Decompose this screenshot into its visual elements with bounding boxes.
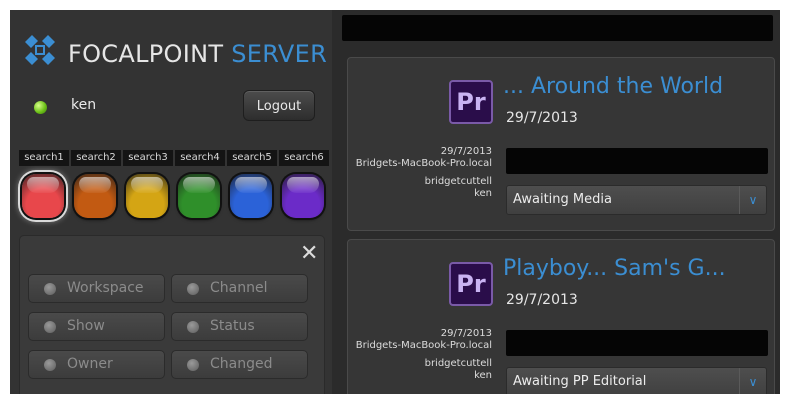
job-title[interactable]: Playboy... Sam's G... xyxy=(503,256,726,282)
status-value: Awaiting PP Editorial xyxy=(513,374,647,389)
premiere-pro-icon: Pr xyxy=(449,262,493,306)
search-button-1[interactable] xyxy=(22,174,64,218)
premiere-pro-icon: Pr xyxy=(449,80,493,124)
app-window: FOCALPOINT SERVER ken Logout search1 sear… xyxy=(10,10,780,394)
job-metadata: 29/7/2013 Bridgets-MacBook-Pro.local bridg… xyxy=(356,146,492,200)
meta-user: bridgetcuttell xyxy=(424,176,492,187)
job-date: 29/7/2013 xyxy=(506,110,578,126)
job-card[interactable]: Pr Playboy... Sam's G... 29/7/2013 29/7/201… xyxy=(347,239,775,394)
job-notes-field[interactable] xyxy=(506,330,768,356)
search-bar[interactable] xyxy=(342,15,773,41)
search-slot-5: search5 xyxy=(227,150,277,218)
meta-user: bridgetcuttell xyxy=(424,358,492,369)
search-slot-3: search3 xyxy=(123,150,173,218)
meta-machine: Bridgets-MacBook-Pro.local xyxy=(355,158,492,169)
filter-toggle-icon xyxy=(187,359,199,371)
filter-panel: ✕ Workspace Channel Show Status Owner Changed xyxy=(19,235,325,394)
filter-channel-button[interactable]: Channel xyxy=(171,274,308,303)
search-slot-1: search1 xyxy=(19,150,69,218)
chevron-down-icon[interactable]: ∨ xyxy=(739,368,766,394)
job-title[interactable]: ... Around the World xyxy=(503,74,723,100)
chevron-down-icon[interactable]: ∨ xyxy=(739,186,766,214)
filter-button-label: Workspace xyxy=(67,280,144,296)
search-button-4[interactable] xyxy=(178,174,220,218)
status-dropdown[interactable]: Awaiting Media ∨ xyxy=(506,185,767,215)
meta-date: 29/7/2013 xyxy=(440,146,492,157)
search-slot-label: search4 xyxy=(175,150,225,166)
filter-button-label: Changed xyxy=(210,356,273,372)
right-panel: Pr... Around the World 29/7/2013 29/7/2013… xyxy=(332,10,780,394)
search-button-6[interactable] xyxy=(282,174,324,218)
filter-workspace-button[interactable]: Workspace xyxy=(28,274,165,303)
filter-toggle-icon xyxy=(44,359,56,371)
search-slot-label: search5 xyxy=(227,150,277,166)
job-notes-field[interactable] xyxy=(506,148,768,174)
search-slot-4: search4 xyxy=(175,150,225,218)
search-button-5[interactable] xyxy=(230,174,272,218)
search-button-2[interactable] xyxy=(74,174,116,218)
status-dropdown[interactable]: Awaiting PP Editorial ∨ xyxy=(506,367,767,394)
search-slot-label: search3 xyxy=(123,150,173,166)
filter-show-button[interactable]: Show xyxy=(28,312,165,341)
search-slot-label: search1 xyxy=(19,150,69,166)
meta-machine: Bridgets-MacBook-Pro.local xyxy=(355,340,492,351)
brand-word-server: SERVER xyxy=(231,40,328,68)
filter-toggle-icon xyxy=(44,321,56,333)
filter-toggle-icon xyxy=(44,283,56,295)
search-slot-6: search6 xyxy=(279,150,329,218)
brand-word-focalpoint: FOCALPOINT xyxy=(68,40,224,68)
search-slot-label: search6 xyxy=(279,150,329,166)
filter-toggle-icon xyxy=(187,321,199,333)
meta-owner: ken xyxy=(474,188,492,199)
meta-owner: ken xyxy=(474,370,492,381)
filter-button-label: Channel xyxy=(210,280,268,296)
filter-button-label: Status xyxy=(210,318,255,334)
logout-button[interactable]: Logout xyxy=(243,90,315,121)
job-date: 29/7/2013 xyxy=(506,292,578,308)
job-metadata: 29/7/2013 Bridgets-MacBook-Pro.local bridg… xyxy=(356,328,492,382)
filter-button-label: Show xyxy=(67,318,105,334)
left-panel: FOCALPOINT SERVER ken Logout search1 sear… xyxy=(10,10,332,394)
filter-button-label: Owner xyxy=(67,356,113,372)
status-value: Awaiting Media xyxy=(513,192,612,207)
app-title: FOCALPOINT SERVER xyxy=(68,41,327,67)
filter-owner-button[interactable]: Owner xyxy=(28,350,165,379)
filter-toggle-icon xyxy=(187,283,199,295)
search-slot-2: search2 xyxy=(71,150,121,218)
filter-changed-button[interactable]: Changed xyxy=(171,350,308,379)
meta-date: 29/7/2013 xyxy=(440,328,492,339)
job-card[interactable]: Pr... Around the World 29/7/2013 29/7/2013… xyxy=(347,57,775,231)
focalpoint-logo-icon xyxy=(25,35,55,65)
search-slot-label: search2 xyxy=(71,150,121,166)
filter-status-button[interactable]: Status xyxy=(171,312,308,341)
username-label: ken xyxy=(71,97,97,113)
online-status-icon xyxy=(34,101,47,114)
search-button-3[interactable] xyxy=(126,174,168,218)
close-icon[interactable]: ✕ xyxy=(300,242,318,266)
